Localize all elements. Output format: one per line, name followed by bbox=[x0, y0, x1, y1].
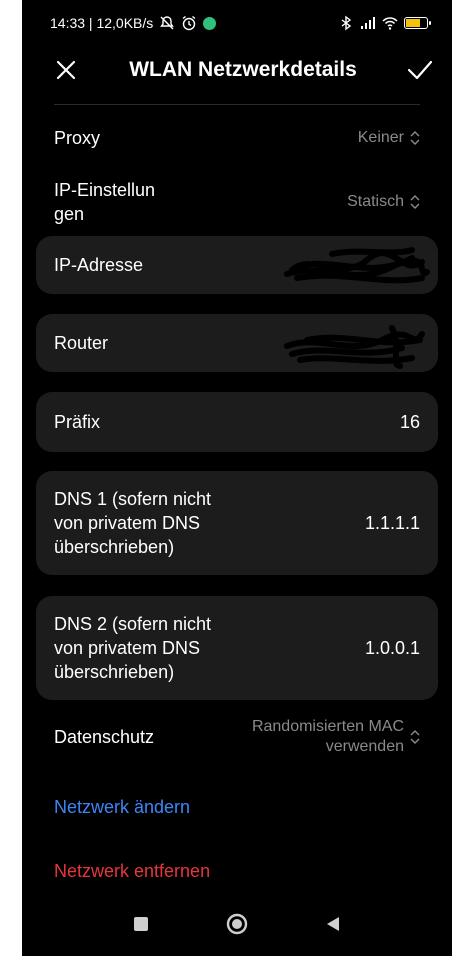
back-button[interactable] bbox=[321, 912, 345, 936]
signal-icon bbox=[361, 17, 375, 29]
dns1-label-line1: DNS 1 (sofern nicht bbox=[54, 489, 212, 509]
privacy-value: Randomisierten MAC verwenden bbox=[252, 717, 420, 757]
mute-icon bbox=[160, 16, 175, 30]
check-icon bbox=[407, 60, 433, 80]
dns2-field[interactable]: DNS 2 (sofern nicht von privatem DNS übe… bbox=[36, 596, 438, 700]
modify-network-button[interactable]: Netzwerk ändern bbox=[54, 797, 190, 818]
router-field[interactable]: Router bbox=[36, 314, 438, 372]
router-label: Router bbox=[54, 333, 109, 353]
page-title: WLAN Netzwerkdetails bbox=[129, 58, 357, 81]
proxy-label: Proxy bbox=[54, 128, 101, 148]
close-button[interactable] bbox=[52, 56, 80, 84]
privacy-value-line1: Randomisierten MAC bbox=[251, 718, 404, 735]
confirm-button[interactable] bbox=[406, 56, 434, 84]
prefix-label: Präfix bbox=[54, 412, 101, 432]
privacy-row[interactable]: Datenschutz Randomisierten MAC verwenden bbox=[36, 710, 438, 764]
ip-settings-value: Statisch bbox=[347, 193, 420, 211]
privacy-label: Datenschutz bbox=[54, 727, 155, 747]
privacy-value-text: Randomisierten MAC verwenden bbox=[252, 717, 404, 757]
app-notification-icon bbox=[203, 16, 217, 30]
dns2-value: 1.0.0.1 bbox=[364, 637, 420, 658]
prefix-field[interactable]: Präfix 16 bbox=[36, 392, 438, 452]
ip-settings-label-line2: gen bbox=[54, 204, 85, 224]
header-divider bbox=[54, 104, 420, 105]
redaction-scribble bbox=[284, 325, 425, 369]
modify-network-row: Netzwerk ändern bbox=[36, 786, 438, 828]
dns2-label-line2: von privatem DNS bbox=[54, 638, 201, 658]
ip-settings-value-text: Statisch bbox=[347, 193, 404, 210]
dns2-label: DNS 2 (sofern nicht von privatem DNS übe… bbox=[54, 612, 211, 684]
wifi-icon bbox=[382, 17, 398, 30]
updown-icon bbox=[410, 730, 420, 744]
ip-address-label: IP-Adresse bbox=[54, 255, 144, 275]
dns1-label-line2: von privatem DNS bbox=[54, 513, 201, 533]
back-icon bbox=[327, 917, 339, 931]
dns2-label-line3: überschrieben) bbox=[54, 662, 175, 682]
remove-network-row: Netzwerk entfernen bbox=[36, 850, 438, 892]
status-left: 14:33 | 12,0KB/s bbox=[50, 15, 217, 31]
home-button[interactable] bbox=[225, 912, 249, 936]
proxy-row[interactable]: Proxy Keiner bbox=[36, 112, 438, 164]
dns1-label-line3: überschrieben) bbox=[54, 537, 175, 557]
alarm-icon bbox=[182, 15, 196, 31]
recent-apps-icon bbox=[134, 917, 148, 931]
dns1-value: 1.1.1.1 bbox=[364, 512, 420, 533]
remove-network-button[interactable]: Netzwerk entfernen bbox=[54, 861, 210, 882]
updown-icon bbox=[410, 131, 420, 145]
redaction-scribble bbox=[284, 247, 430, 284]
dns1-field[interactable]: DNS 1 (sofern nicht von privatem DNS übe… bbox=[36, 471, 438, 575]
close-icon bbox=[56, 60, 76, 80]
privacy-value-line2: verwenden bbox=[325, 738, 404, 755]
dns1-label: DNS 1 (sofern nicht von privatem DNS übe… bbox=[54, 487, 211, 559]
dns2-label-line1: DNS 2 (sofern nicht bbox=[54, 614, 212, 634]
ip-settings-label-line1: IP-Einstellun bbox=[54, 180, 156, 200]
ip-settings-label: IP-Einstellun gen bbox=[54, 178, 155, 226]
ip-settings-row[interactable]: IP-Einstellun gen Statisch bbox=[36, 172, 438, 232]
status-right bbox=[338, 15, 431, 31]
status-bar: 14:33 | 12,0KB/s bbox=[50, 10, 431, 36]
prefix-value: 16 bbox=[399, 411, 420, 432]
home-icon bbox=[226, 913, 248, 935]
updown-icon bbox=[410, 195, 420, 209]
proxy-value-text: Keiner bbox=[357, 129, 404, 146]
bluetooth-icon bbox=[341, 15, 352, 31]
ip-address-field[interactable]: IP-Adresse bbox=[36, 236, 438, 294]
phone-screen: 14:33 | 12,0KB/s WLAN Netzwerkdetails Pr… bbox=[22, 0, 452, 956]
status-time-speed: 14:33 | 12,0KB/s bbox=[50, 15, 154, 31]
navigation-bar bbox=[22, 904, 452, 944]
battery-icon bbox=[404, 17, 431, 29]
proxy-value: Keiner bbox=[358, 129, 420, 147]
recent-apps-button[interactable] bbox=[129, 912, 153, 936]
header: WLAN Netzwerkdetails bbox=[22, 48, 452, 92]
